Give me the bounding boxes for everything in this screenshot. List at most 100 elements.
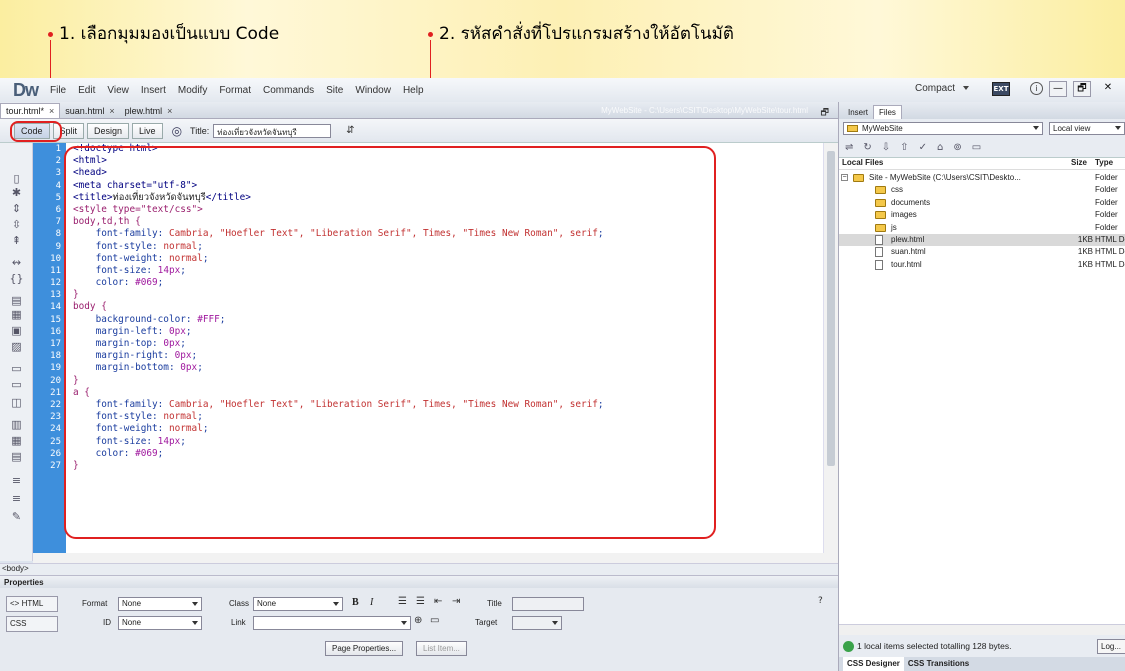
file-row[interactable]: suan.html 1KBHTML Do... <box>839 246 1125 258</box>
code-line[interactable]: body { <box>66 301 823 313</box>
live-view-button[interactable]: Live <box>132 122 163 139</box>
put-icon[interactable]: ⇧ <box>900 142 908 153</box>
checkout-icon[interactable]: ✓ <box>919 142 927 153</box>
title-field[interactable] <box>512 597 584 611</box>
browse-folder-icon[interactable]: ▭ <box>430 615 439 626</box>
format-select[interactable]: None <box>118 597 202 611</box>
code-line[interactable]: margin-left: 0px; <box>66 326 823 338</box>
outdent-icon[interactable]: ≡ <box>9 491 24 506</box>
document-tab[interactable]: plew.html × <box>120 104 178 118</box>
indent-icon[interactable]: ≡ <box>9 473 24 488</box>
outdent-icon[interactable]: ⇤ <box>434 596 442 607</box>
panel-tab-css-designer[interactable]: CSS Designer <box>843 657 904 671</box>
outdent-code-icon[interactable]: ▭ <box>9 377 24 392</box>
header-size[interactable]: Size <box>1071 158 1087 167</box>
header-type[interactable]: Type <box>1095 158 1113 167</box>
code-line[interactable]: font-weight: normal; <box>66 253 823 265</box>
code-line[interactable]: font-family: Cambria, "Hoefler Text", "L… <box>66 399 823 411</box>
menu-commands[interactable]: Commands <box>257 85 320 96</box>
select-parent-icon[interactable]: ⇳ <box>9 217 24 232</box>
code-line[interactable]: <!doctype html> <box>66 143 823 155</box>
code-line[interactable]: <html> <box>66 155 823 167</box>
view-select[interactable]: Local view <box>1049 122 1125 135</box>
menu-edit[interactable]: Edit <box>72 85 101 96</box>
close-icon[interactable]: × <box>49 106 54 116</box>
minimize-button[interactable]: — <box>1049 81 1067 97</box>
code-view-button[interactable]: Code <box>14 122 50 139</box>
header-local-files[interactable]: Local Files <box>842 158 883 167</box>
code-line[interactable]: color: #069; <box>66 277 823 289</box>
code-line[interactable]: font-style: normal; <box>66 411 823 423</box>
file-row[interactable]: documents Folder <box>839 197 1125 209</box>
menu-site[interactable]: Site <box>320 85 349 96</box>
code-line[interactable]: font-size: 14px; <box>66 265 823 277</box>
code-line[interactable]: } <box>66 460 823 472</box>
code-line[interactable]: background-color: #FFF; <box>66 314 823 326</box>
workspace-switcher[interactable]: Compact <box>915 83 955 94</box>
globe-icon[interactable]: ◎ <box>172 124 182 138</box>
link-input[interactable] <box>253 616 411 630</box>
code-line[interactable]: <head> <box>66 167 823 179</box>
log-button[interactable]: Log... <box>1097 639 1125 654</box>
braces-icon[interactable]: {} <box>9 271 24 286</box>
code-line[interactable]: body,td,th { <box>66 216 823 228</box>
file-row[interactable]: plew.html 1KBHTML Do... <box>839 234 1125 246</box>
code-line[interactable]: font-weight: normal; <box>66 423 823 435</box>
page-properties-button[interactable]: Page Properties... <box>325 641 404 656</box>
close-icon[interactable]: × <box>167 106 172 116</box>
scroll-thumb[interactable] <box>827 151 835 466</box>
code-line[interactable]: <style type="text/css"> <box>66 204 823 216</box>
expand-icon[interactable]: ▭ <box>972 142 981 153</box>
help-icon[interactable]: ? <box>818 596 823 606</box>
comment-icon[interactable]: ▤ <box>9 293 24 308</box>
close-button[interactable]: ✕ <box>1099 81 1117 97</box>
expand-tags-icon[interactable]: ⇕ <box>9 201 24 216</box>
split-view-button[interactable]: Split <box>52 122 85 139</box>
balance-icon[interactable]: ⇞ <box>9 233 24 248</box>
italic-button[interactable]: I <box>370 597 373 608</box>
apply-icon[interactable]: ▦ <box>9 433 24 448</box>
code-line[interactable]: } <box>66 375 823 387</box>
files-scrollbar[interactable] <box>839 624 1125 635</box>
menu-file[interactable]: File <box>44 85 72 96</box>
file-row[interactable]: css Folder <box>839 184 1125 196</box>
site-select[interactable]: MyWebSite <box>843 122 1043 135</box>
css-mode-button[interactable]: CSS <box>6 616 58 632</box>
code-line[interactable]: <meta charset="utf-8"> <box>66 180 823 192</box>
close-icon[interactable]: × <box>109 106 114 116</box>
indent-icon[interactable]: ⇥ <box>452 596 460 607</box>
html-mode-button[interactable]: <> HTML <box>6 596 58 612</box>
point-to-file-icon[interactable]: ⊕ <box>414 615 422 626</box>
menu-modify[interactable]: Modify <box>172 85 213 96</box>
list-item-button[interactable]: List Item... <box>416 641 467 656</box>
chevron-down-icon[interactable] <box>963 86 969 93</box>
file-row[interactable]: − Site - MyWebSite (C:\Users\CSIT\Deskto.… <box>839 172 1125 184</box>
collapse-toggle-icon[interactable]: − <box>841 174 848 181</box>
horizontal-scrollbar[interactable] <box>33 553 838 563</box>
refresh-icon[interactable]: ↻ <box>863 142 871 153</box>
class-select[interactable]: None <box>253 597 343 611</box>
panel-tab-insert[interactable]: Insert <box>843 106 873 119</box>
grid-icon[interactable]: ▤ <box>9 449 24 464</box>
design-view-button[interactable]: Design <box>87 122 130 139</box>
recent-icon[interactable]: ▨ <box>9 339 24 354</box>
snippet-icon[interactable]: ▣ <box>9 323 24 338</box>
code-line[interactable]: margin-right: 0px; <box>66 350 823 362</box>
file-row[interactable]: js Folder <box>839 222 1125 234</box>
unordered-list-icon[interactable]: ☰ <box>398 596 407 607</box>
file-row[interactable]: tour.html 1KBHTML Do... <box>839 259 1125 271</box>
code-line[interactable]: margin-top: 0px; <box>66 338 823 350</box>
code-line[interactable]: font-family: Cambria, "Hoefler Text", "L… <box>66 228 823 240</box>
bold-button[interactable]: B <box>352 597 359 608</box>
sync-icon[interactable]: ⊚ <box>953 142 961 153</box>
maximize-button[interactable]: 🗗 <box>1073 81 1091 97</box>
document-tab[interactable]: suan.html × <box>60 104 119 118</box>
menu-insert[interactable]: Insert <box>135 85 172 96</box>
code-line[interactable]: color: #069; <box>66 448 823 460</box>
ordered-list-icon[interactable]: ☰ <box>416 596 425 607</box>
indent-code-icon[interactable]: ▭ <box>9 361 24 376</box>
menu-format[interactable]: Format <box>213 85 257 96</box>
code-line[interactable]: font-style: normal; <box>66 241 823 253</box>
menu-view[interactable]: View <box>101 85 135 96</box>
id-select[interactable]: None <box>118 616 202 630</box>
